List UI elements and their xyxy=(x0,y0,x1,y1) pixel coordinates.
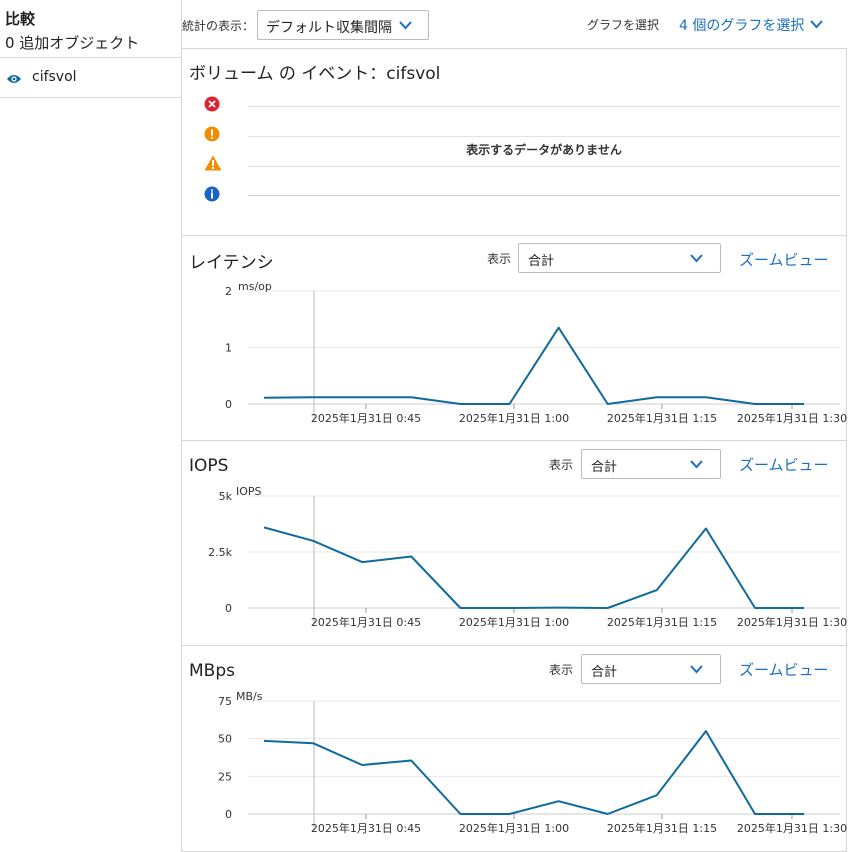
x-tick-label: 2025年1月31日 1:15 xyxy=(607,411,717,425)
y-tick-label: 1 xyxy=(225,342,232,355)
error-icon xyxy=(204,96,220,116)
iops-chart-panel: IOPS 表示 合計 ズームビュー 5k 2.5k 0 IOPS 2025年1月31日 … xyxy=(182,440,847,646)
gridline xyxy=(248,166,840,167)
toolbar: 統計の表示： デフォルト収集間隔 グラフを選択 4 個のグラフを選択 xyxy=(182,0,860,48)
select-graphs-link-label: 4 個のグラフを選択 xyxy=(679,18,805,34)
series-line xyxy=(263,526,805,609)
critical-icon xyxy=(204,126,220,146)
y-axis-unit: MB/s xyxy=(236,690,263,703)
y-tick-label: 25 xyxy=(218,770,232,783)
added-objects-count: 0 追加オブジェクト xyxy=(5,34,140,52)
y-tick-label: 2 xyxy=(225,285,232,298)
line-chart: 5k 2.5k 0 IOPS 2025年1月31日 0:45 2025年1月31日 1:0… xyxy=(208,485,847,629)
info-icon xyxy=(204,186,220,206)
divider xyxy=(0,97,181,98)
gridline xyxy=(248,106,840,107)
series-line xyxy=(263,730,805,815)
graph-select-label: グラフを選択 xyxy=(587,18,660,32)
line-chart: 2 1 0 ms/op 2025年1月31日 0:45 2025年1月31日 1:00 20… xyxy=(225,280,847,425)
sidebar-item-cifsvol[interactable]: cifsvol xyxy=(0,58,181,97)
chevron-down-icon xyxy=(810,20,823,29)
events-title: ボリューム の イベント：cifsvol xyxy=(189,64,441,84)
y-tick-label: 0 xyxy=(225,602,232,615)
line-chart: 75 50 25 0 MB/s 2025年1月31日 0:45 2025年1月31日 1:0… xyxy=(218,690,847,835)
sidebar-item-label: cifsvol xyxy=(32,69,77,85)
y-axis-unit: IOPS xyxy=(236,485,262,498)
y-tick-label: 0 xyxy=(225,808,232,821)
series-line xyxy=(263,326,805,405)
y-tick-label: 2.5k xyxy=(208,546,232,559)
x-tick-label: 2025年1月31日 1:30 xyxy=(737,821,847,835)
axis-line xyxy=(248,195,840,196)
x-tick-label: 2025年1月31日 1:15 xyxy=(607,821,717,835)
y-axis-unit: ms/op xyxy=(238,280,272,293)
compare-sidebar: 比較 0 追加オブジェクト cifsvol xyxy=(0,0,182,852)
warning-icon xyxy=(204,155,222,175)
y-tick-label: 5k xyxy=(219,490,233,503)
stats-interval-value: デフォルト収集間隔 xyxy=(266,20,392,36)
x-tick-label: 2025年1月31日 0:45 xyxy=(311,821,421,835)
x-tick-label: 2025年1月31日 1:00 xyxy=(459,615,569,629)
stats-display-label: 統計の表示： xyxy=(182,19,255,33)
stats-interval-select[interactable]: デフォルト収集間隔 xyxy=(257,10,429,40)
x-tick-label: 2025年1月31日 1:15 xyxy=(607,615,717,629)
mbps-chart-panel: MBps 表示 合計 ズームビュー 75 50 25 0 MB/s 2025年1月31日 … xyxy=(182,645,847,852)
y-tick-label: 50 xyxy=(218,733,232,746)
x-tick-label: 2025年1月31日 1:30 xyxy=(737,615,847,629)
no-data-message: 表示するデータがありません xyxy=(466,143,622,157)
y-tick-label: 0 xyxy=(225,398,232,411)
select-graphs-link[interactable]: 4 個のグラフを選択 xyxy=(679,15,823,35)
y-tick-label: 75 xyxy=(218,695,232,708)
gridline xyxy=(248,136,840,137)
x-tick-label: 2025年1月31日 0:45 xyxy=(311,615,421,629)
x-tick-label: 2025年1月31日 1:00 xyxy=(459,821,569,835)
x-tick-label: 2025年1月31日 0:45 xyxy=(311,411,421,425)
x-tick-label: 2025年1月31日 1:00 xyxy=(459,411,569,425)
eye-icon[interactable] xyxy=(6,70,22,89)
latency-chart-panel: レイテンシ 表示 合計 ズームビュー 2 1 0 ms/op 2025年1月31日 0:… xyxy=(182,235,847,441)
volume-events-panel: ボリューム の イベント：cifsvol 表示するデータがありません xyxy=(182,48,847,236)
compare-title: 比較 xyxy=(5,10,36,28)
chevron-down-icon xyxy=(399,21,412,30)
x-tick-label: 2025年1月31日 1:30 xyxy=(737,411,847,425)
